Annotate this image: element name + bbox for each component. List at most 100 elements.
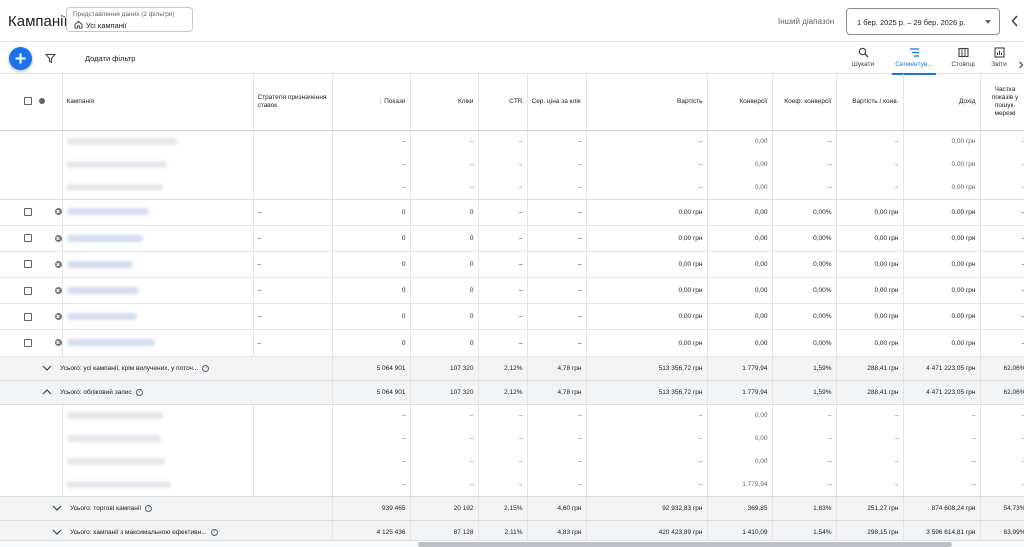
total-row[interactable]: Усього: обліковий запис? 5 064 901 107 320… <box>0 380 1024 405</box>
status-cell[interactable] <box>32 251 63 279</box>
campaign-name[interactable] <box>62 176 254 200</box>
home-icon <box>74 20 83 29</box>
metric-cell: 0 <box>410 225 479 252</box>
row-select[interactable] <box>0 303 32 331</box>
metric-cell: – <box>478 251 528 279</box>
metric-cell: – <box>527 130 587 153</box>
subcampaign-row[interactable]: –––––0,00––0,00 грн– <box>0 130 1024 153</box>
campaign-name[interactable] <box>62 130 254 153</box>
col-conv-rate[interactable]: Коеф. конверсії <box>772 74 837 131</box>
search-tool[interactable]: Шукати <box>848 45 878 73</box>
metric-cell: – <box>527 153 587 176</box>
col-bid-strategy[interactable]: Стратегія призначення ставок <box>253 74 333 131</box>
total-label-cell[interactable]: Усього: торгові кампанії? <box>0 496 333 521</box>
horizontal-scrollbar[interactable] <box>0 540 1024 547</box>
row-checkbox[interactable] <box>24 339 32 348</box>
row-checkbox[interactable] <box>24 312 32 321</box>
campaign-row[interactable]: –00––0,00 грн0,000,00%0,00 грн0,00 грн– <box>0 199 1024 226</box>
col-conversions[interactable]: Конверсії <box>707 74 773 131</box>
total-label-cell[interactable]: Усього: усі кампанії, крім вилучених, у … <box>0 356 333 381</box>
segment-tool[interactable]: Сегментув... <box>892 45 936 75</box>
expand-more-icon[interactable] <box>52 504 62 512</box>
subcampaign-row[interactable]: –––––0,00–––– <box>0 427 1024 451</box>
col-ctr[interactable]: CTR <box>478 74 528 131</box>
campaign-row[interactable]: –00––0,00 грн0,000,00%0,00 грн0,00 грн– <box>0 303 1024 331</box>
more-chevron-icon[interactable] <box>1018 61 1024 69</box>
help-icon[interactable]: ? <box>135 388 143 396</box>
metric-cell: 0,00 грн <box>903 251 981 279</box>
campaign-name[interactable] <box>62 473 254 497</box>
col-search-impr-share[interactable]: Частка показів у пошук. мережі <box>980 74 1024 131</box>
campaign-row[interactable]: –00––0,00 грн0,000,00%0,00 грн0,00 грн– <box>0 225 1024 252</box>
col-revenue[interactable]: Дохід <box>903 74 981 131</box>
campaign-name[interactable] <box>62 404 254 428</box>
metric-cell: 0,00 <box>707 450 773 474</box>
col-clicks[interactable]: Кліки <box>410 74 479 131</box>
total-row[interactable]: Усього: усі кампанії, крім вилучених, у … <box>0 356 1024 381</box>
subcampaign-row[interactable]: –––––0,00–––– <box>0 450 1024 474</box>
date-range-picker[interactable]: 1 бер. 2025 р. – 29 бер. 2026 р. <box>846 8 1000 35</box>
col-campaign[interactable]: Кампанія <box>62 74 254 131</box>
status-cell[interactable] <box>32 199 63 226</box>
data-view-selector[interactable]: Представлення даних (2 фільтри) Усі камп… <box>66 7 193 32</box>
metric-cell: 0,00 грн <box>903 225 981 252</box>
help-icon[interactable]: ? <box>210 528 218 536</box>
row-select[interactable] <box>0 251 32 279</box>
row-checkbox[interactable] <box>24 208 32 217</box>
campaign-name[interactable] <box>62 277 254 305</box>
total-row[interactable]: Усього: кампанії з максимальною ефективн… <box>0 520 1024 540</box>
campaign-name[interactable] <box>62 329 254 357</box>
reports-tool[interactable]: Звіти <box>986 45 1012 73</box>
subcampaign-row[interactable]: –––––0,00––0,00 грн– <box>0 153 1024 176</box>
campaign-name[interactable] <box>62 199 254 226</box>
campaign-name[interactable] <box>62 225 254 252</box>
total-value: 513 356,72 грн <box>586 356 708 381</box>
campaign-row[interactable]: –00––0,00 грн0,000,00%0,00 грн0,00 грн– <box>0 251 1024 279</box>
row-checkbox[interactable] <box>24 286 32 295</box>
chevron-left-icon[interactable] <box>1010 14 1020 28</box>
status-cell[interactable] <box>32 329 63 357</box>
campaign-row[interactable]: –00––0,00 грн0,000,00%0,00 грн0,00 грн– <box>0 277 1024 305</box>
row-checkbox[interactable] <box>24 234 32 243</box>
select-all-header[interactable] <box>0 74 32 131</box>
select-all-checkbox[interactable] <box>24 97 32 106</box>
expand-more-icon[interactable] <box>42 364 52 372</box>
campaign-name[interactable] <box>62 303 254 331</box>
col-avg-cpc[interactable]: Сер. ціна за клік <box>527 74 587 131</box>
filter-icon[interactable] <box>45 53 56 64</box>
row-select[interactable] <box>0 225 32 252</box>
add-filter-button[interactable]: Додати фільтр <box>85 54 135 63</box>
status-cell[interactable] <box>32 225 63 252</box>
expand-more-icon[interactable] <box>52 528 62 536</box>
metric-cell: 0,00% <box>772 251 837 279</box>
status-cell[interactable] <box>32 303 63 331</box>
status-cell[interactable] <box>32 277 63 305</box>
subcampaign-row[interactable]: –––––0,00–––– <box>0 404 1024 428</box>
help-icon[interactable]: ? <box>202 364 210 372</box>
campaign-name[interactable] <box>62 427 254 451</box>
col-impressions[interactable]: ↓ Покази <box>332 74 411 131</box>
campaign-row[interactable]: –00––0,00 грн0,000,00%0,00 грн0,00 грн– <box>0 329 1024 357</box>
campaign-name[interactable] <box>62 153 254 176</box>
row-checkbox[interactable] <box>24 260 32 269</box>
total-label-cell[interactable]: Усього: кампанії з максимальною ефективн… <box>0 520 333 540</box>
total-row[interactable]: Усього: торгові кампанії? 939 465 20 192 2,… <box>0 496 1024 521</box>
removed-status-icon <box>54 287 61 295</box>
add-campaign-button[interactable] <box>9 47 32 70</box>
metric-cell: – <box>980 199 1024 226</box>
help-icon[interactable]: ? <box>145 504 153 512</box>
subcampaign-row[interactable]: –––––1 779,94–––– <box>0 473 1024 497</box>
subcampaign-row[interactable]: –––––0,00––0,00 грн– <box>0 176 1024 200</box>
empty-cell <box>0 176 32 200</box>
row-select[interactable] <box>0 329 32 357</box>
scrollbar-thumb[interactable] <box>418 542 952 547</box>
campaign-name[interactable] <box>62 450 254 474</box>
row-select[interactable] <box>0 199 32 226</box>
columns-tool[interactable]: Стовпці <box>948 45 978 73</box>
expand-less-icon[interactable] <box>42 388 52 396</box>
col-cost[interactable]: Вартість <box>586 74 708 131</box>
col-cost-per-conv[interactable]: Вартість / конв. <box>836 74 904 131</box>
total-label-cell[interactable]: Усього: обліковий запис? <box>0 380 333 405</box>
campaign-name[interactable] <box>62 251 254 279</box>
row-select[interactable] <box>0 277 32 305</box>
